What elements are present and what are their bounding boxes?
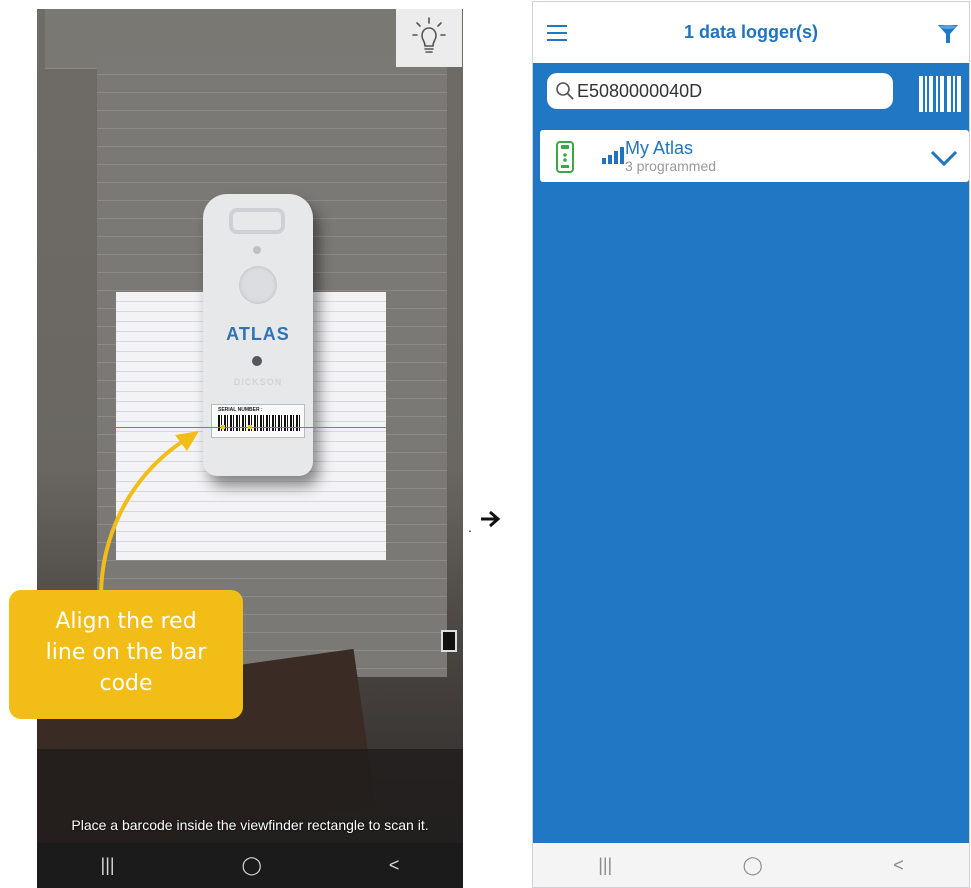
logger-list-item[interactable]: My Atlas 3 programmed: [540, 130, 969, 182]
back-button[interactable]: <: [893, 855, 904, 876]
recents-button[interactable]: |||: [101, 855, 115, 876]
annotation-arrow: [99, 431, 199, 598]
recents-button[interactable]: |||: [598, 855, 612, 876]
callout-line: Align the red: [55, 609, 197, 634]
device-hanger-slot: [229, 208, 285, 234]
device-button: [239, 266, 277, 304]
filter-icon[interactable]: [936, 22, 960, 46]
annotation-callout: Align the red line on the bar code: [9, 590, 243, 719]
data-logger-device: ATLAS DICKSON SERIAL NUMBER :: [203, 194, 313, 476]
serial-number-title: SERIAL NUMBER :: [218, 407, 263, 413]
scan-marker: [221, 425, 225, 429]
callout-line: line on the bar: [45, 640, 207, 665]
chevron-down-icon[interactable]: [929, 148, 959, 168]
right-arrow-icon: [481, 510, 501, 528]
android-navbar: ||| ◯ <: [37, 843, 463, 888]
home-button[interactable]: ◯: [743, 855, 763, 876]
device-led: [253, 246, 261, 254]
device-sensor: [252, 356, 262, 366]
callout-line: code: [99, 671, 153, 696]
scan-marker: [248, 425, 252, 429]
data-logger-icon: [556, 141, 574, 173]
home-button[interactable]: ◯: [242, 855, 262, 876]
barcode-scan-icon[interactable]: [919, 76, 963, 112]
scanner-screen: ATLAS DICKSON SERIAL NUMBER : Place a ba…: [37, 9, 463, 888]
logger-name: My Atlas: [625, 138, 694, 158]
device-maker-label: DICKSON: [233, 377, 283, 387]
app-header: 1 data logger(s): [533, 2, 969, 63]
logger-status: 3 programmed: [625, 158, 717, 174]
search-icon: [556, 82, 574, 100]
android-navbar: ||| ◯ <: [533, 843, 969, 887]
transition-dot: .: [468, 519, 472, 535]
qr-corner-icon: [441, 630, 457, 652]
serial-number-sticker: SERIAL NUMBER :: [211, 404, 305, 438]
serial-barcode: [218, 415, 300, 431]
app-screen: 1 data logger(s) E5080000040D My Atlas 3…: [532, 1, 970, 888]
back-button[interactable]: <: [389, 855, 400, 876]
device-brand-label: ATLAS: [226, 324, 290, 344]
page-title: 1 data logger(s): [683, 22, 819, 42]
search-field[interactable]: [547, 73, 893, 109]
search-input[interactable]: [577, 80, 877, 102]
scan-instruction-text: Place a barcode inside the viewfinder re…: [71, 817, 429, 833]
flashlight-button[interactable]: [396, 9, 462, 67]
lightbulb-icon: [412, 17, 446, 53]
